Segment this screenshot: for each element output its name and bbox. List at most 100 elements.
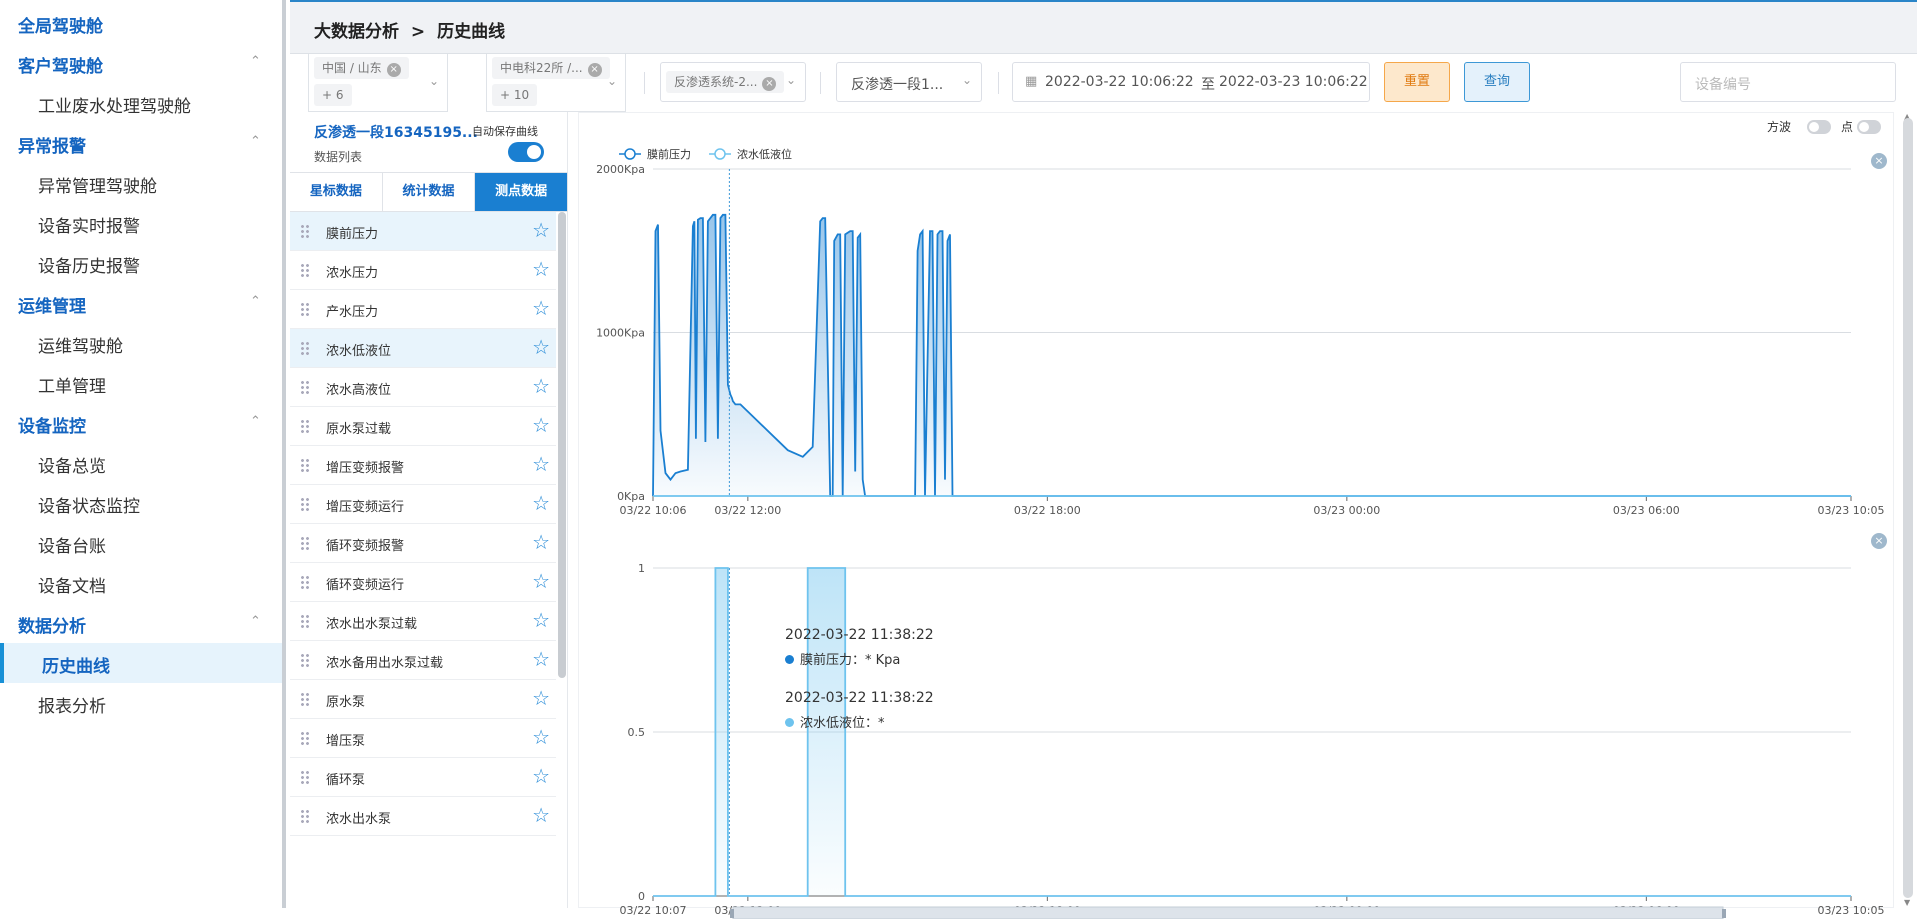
drag-handle-icon[interactable] xyxy=(300,614,310,628)
star-icon[interactable]: ☆ xyxy=(532,569,550,593)
autosave-toggle[interactable] xyxy=(508,142,544,162)
page-scrollbar[interactable] xyxy=(1903,118,1913,898)
star-icon[interactable]: ☆ xyxy=(532,452,550,476)
breadcrumb-root[interactable]: 大数据分析 xyxy=(314,22,399,42)
drag-handle-icon[interactable] xyxy=(300,575,310,589)
sidebar-item[interactable]: 设备历史报警 xyxy=(38,252,140,277)
sidebar-item[interactable]: 设备状态监控 xyxy=(38,492,140,517)
remove-tag-icon[interactable]: × xyxy=(587,63,602,77)
sidebar-item[interactable]: 工业废水处理驾驶舱 xyxy=(38,92,191,117)
chevron-down-icon[interactable]: ⌄ xyxy=(962,73,972,87)
drag-handle-icon[interactable] xyxy=(300,731,310,745)
sidebar-item[interactable]: 设备总览 xyxy=(38,452,106,477)
remove-tag-icon[interactable]: × xyxy=(386,63,401,77)
star-icon[interactable]: ☆ xyxy=(532,335,550,359)
square-wave-toggle[interactable] xyxy=(1807,120,1831,134)
list-item[interactable]: 循环泵 ☆ xyxy=(290,758,556,797)
list-item[interactable]: 循环变频报警 ☆ xyxy=(290,524,556,563)
sidebar-item[interactable]: 设备实时报警 xyxy=(38,212,140,237)
close-chart-icon[interactable]: × xyxy=(1871,153,1887,169)
query-button[interactable]: 查询 xyxy=(1464,62,1530,102)
drag-handle-icon[interactable] xyxy=(300,458,310,472)
drag-handle-icon[interactable] xyxy=(300,770,310,784)
chevron-up-icon[interactable]: ⌃ xyxy=(250,54,261,69)
star-icon[interactable]: ☆ xyxy=(532,374,550,398)
star-icon[interactable]: ☆ xyxy=(532,413,550,437)
list-item[interactable]: 原水泵过载 ☆ xyxy=(290,407,556,446)
drag-handle-icon[interactable] xyxy=(300,692,310,706)
data-tab[interactable]: 统计数据 xyxy=(382,173,476,211)
sidebar-group[interactable]: 数据分析 xyxy=(18,612,86,637)
chevron-up-icon[interactable]: ⌃ xyxy=(250,294,261,309)
list-item[interactable]: 膜前压力 ☆ xyxy=(290,212,556,251)
date-end[interactable]: 2022-03-23 10:06:22 xyxy=(1219,74,1368,90)
list-item[interactable]: 浓水备用出水泵过载 ☆ xyxy=(290,641,556,680)
list-item[interactable]: 增压泵 ☆ xyxy=(290,719,556,758)
data-tab[interactable]: 星标数据 xyxy=(290,173,383,211)
drag-handle-icon[interactable] xyxy=(300,263,310,277)
sidebar-group[interactable]: 异常报警 xyxy=(18,132,86,157)
drag-handle-icon[interactable] xyxy=(300,536,310,550)
chevron-down-icon[interactable]: ⌄ xyxy=(429,74,439,88)
sidebar-item[interactable]: 设备文档 xyxy=(38,572,106,597)
company-select[interactable]: 中电科22所 /... × + 10 ⌄ xyxy=(486,54,626,112)
list-item[interactable]: 浓水压力 ☆ xyxy=(290,251,556,290)
star-icon[interactable]: ☆ xyxy=(532,257,550,281)
drag-handle-icon[interactable] xyxy=(300,809,310,823)
remove-tag-icon[interactable]: × xyxy=(762,77,777,91)
star-icon[interactable]: ☆ xyxy=(532,530,550,554)
list-item[interactable]: 浓水高液位 ☆ xyxy=(290,368,556,407)
sidebar-group[interactable]: 客户驾驶舱 xyxy=(18,52,103,77)
sidebar-item[interactable]: 工单管理 xyxy=(38,372,106,397)
date-start[interactable]: 2022-03-22 10:06:22 xyxy=(1045,74,1194,90)
data-tab[interactable]: 测点数据 xyxy=(475,173,569,211)
list-item[interactable]: 浓水出水泵过载 ☆ xyxy=(290,602,556,641)
drag-handle-icon[interactable] xyxy=(300,380,310,394)
sidebar-item[interactable]: 异常管理驾驶舱 xyxy=(38,172,157,197)
sidebar-group[interactable]: 全局驾驶舱 xyxy=(18,12,103,37)
chevron-up-icon[interactable]: ⌃ xyxy=(250,134,261,149)
star-icon[interactable]: ☆ xyxy=(532,686,550,710)
chevron-up-icon[interactable]: ⌃ xyxy=(250,614,261,629)
drag-handle-icon[interactable] xyxy=(300,341,310,355)
list-item[interactable]: 产水压力 ☆ xyxy=(290,290,556,329)
list-item[interactable]: 浓水出水泵 ☆ xyxy=(290,797,556,836)
sidebar-item[interactable]: 设备台账 xyxy=(38,532,106,557)
drag-handle-icon[interactable] xyxy=(300,653,310,667)
sidebar-group[interactable]: 设备监控 xyxy=(18,412,86,437)
drag-handle-icon[interactable] xyxy=(300,497,310,511)
sidebar-item[interactable]: 报表分析 xyxy=(38,692,106,717)
sidebar-group[interactable]: 运维管理 xyxy=(18,292,86,317)
device-select[interactable]: 反渗透一段1... ⌄ xyxy=(836,62,982,102)
region-select[interactable]: 中国 / 山东 × + 6 ⌄ xyxy=(308,54,448,112)
star-icon[interactable]: ☆ xyxy=(532,608,550,632)
sidebar-item[interactable]: 运维驾驶舱 xyxy=(38,332,123,357)
list-item[interactable]: 增压变频报警 ☆ xyxy=(290,446,556,485)
pressure-chart[interactable]: 0Kpa 1000Kpa 2000Kpa 03/22 10:06 03/22 12:00… xyxy=(579,141,1895,521)
star-icon[interactable]: ☆ xyxy=(532,647,550,671)
chevron-down-icon[interactable]: ⌄ xyxy=(786,73,796,87)
scroll-down-icon[interactable]: ▼ xyxy=(1904,898,1910,907)
panel-scrollbar[interactable] xyxy=(558,212,566,678)
sidebar-item[interactable]: 历史曲线 xyxy=(42,652,110,677)
star-icon[interactable]: ☆ xyxy=(532,296,550,320)
drag-handle-icon[interactable] xyxy=(300,224,310,238)
level-chart[interactable]: 00.5103/22 10:0703/22 12:0003/22 18:0003… xyxy=(579,523,1895,919)
star-icon[interactable]: ☆ xyxy=(532,725,550,749)
list-item[interactable]: 增压变频运行 ☆ xyxy=(290,485,556,524)
reset-button[interactable]: 重置 xyxy=(1384,62,1450,102)
drag-handle-icon[interactable] xyxy=(300,302,310,316)
star-icon[interactable]: ☆ xyxy=(532,803,550,827)
star-icon[interactable]: ☆ xyxy=(532,764,550,788)
star-icon[interactable]: ☆ xyxy=(532,491,550,515)
list-item[interactable]: 原水泵 ☆ xyxy=(290,680,556,719)
chevron-down-icon[interactable]: ⌄ xyxy=(607,74,617,88)
point-mode-toggle[interactable] xyxy=(1857,120,1881,134)
date-range-picker[interactable]: ▦ 2022-03-22 10:06:22 至 2022-03-23 10:06… xyxy=(1012,62,1370,102)
close-chart-icon[interactable]: × xyxy=(1871,533,1887,549)
device-number-input[interactable]: 设备编号 xyxy=(1680,62,1896,102)
chevron-up-icon[interactable]: ⌃ xyxy=(250,414,261,429)
list-item[interactable]: 循环变频运行 ☆ xyxy=(290,563,556,602)
drag-handle-icon[interactable] xyxy=(300,419,310,433)
star-icon[interactable]: ☆ xyxy=(532,218,550,242)
